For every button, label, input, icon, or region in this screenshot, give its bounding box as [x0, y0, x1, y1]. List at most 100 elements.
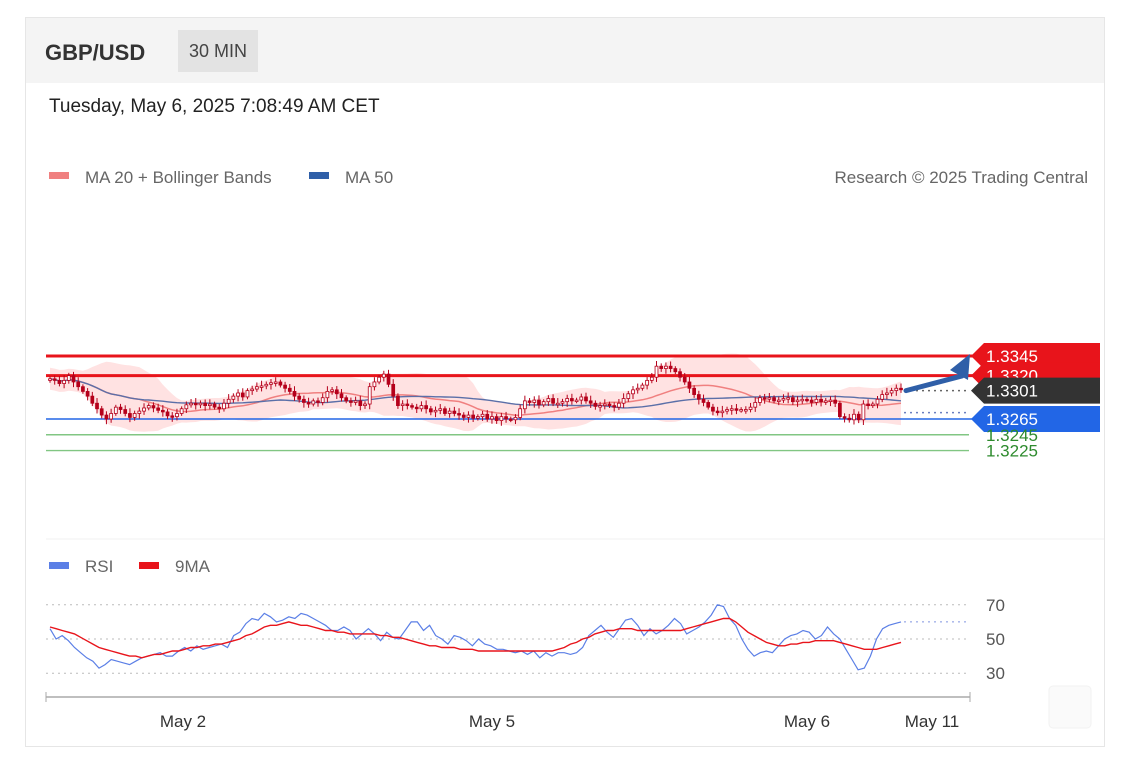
candle-body-28	[179, 408, 184, 414]
candle-body-132	[668, 365, 673, 369]
candle-body-59	[325, 391, 330, 399]
candle-body-55	[306, 402, 311, 405]
bollinger-bands	[50, 353, 901, 432]
candle-body-161	[805, 398, 809, 402]
forecast-arrow-shaft	[903, 373, 965, 394]
ma20-legend-label: MA 20 + Bollinger Bands	[85, 168, 272, 187]
candle-body-20	[142, 407, 146, 412]
ma50-legend-label: MA 50	[345, 168, 393, 187]
candle-body-129	[654, 365, 659, 378]
candle-body-162	[809, 399, 814, 403]
candle-body-37	[222, 402, 226, 410]
candle-body-133	[673, 368, 678, 373]
candle-body-167	[833, 399, 838, 404]
candle-body-179	[889, 390, 894, 394]
candle-body-171	[852, 413, 856, 421]
candle-body-85	[447, 410, 452, 414]
candle-body-87	[457, 413, 461, 416]
candle-body-143	[720, 410, 725, 414]
candle-body-156	[781, 398, 786, 401]
candle-body-23	[156, 407, 160, 411]
candle-body-138	[696, 394, 701, 400]
candle-body-99	[513, 417, 518, 421]
candle-body-142	[715, 410, 720, 414]
candle-body-47	[269, 382, 273, 385]
candle-body-118	[602, 403, 607, 407]
candle-body-15	[118, 406, 123, 410]
candle-body-58	[320, 397, 325, 403]
candle-body-67	[363, 403, 367, 407]
candle-body-7	[81, 386, 85, 392]
candle-body-100	[518, 408, 523, 418]
candle-body-152	[762, 397, 767, 400]
candle-body-104	[537, 399, 541, 406]
candle-body-41	[240, 392, 245, 398]
candle-body-154	[772, 397, 776, 402]
candle-body-124	[631, 389, 635, 395]
candle-body-94	[490, 416, 494, 420]
candle-body-42	[245, 390, 250, 398]
candle-body-78	[414, 406, 419, 410]
candle-body-170	[847, 417, 852, 421]
candle-body-50	[283, 384, 287, 389]
candle-body-5	[71, 375, 76, 383]
rsi-legend-label: RSI	[85, 557, 113, 576]
candle-body-134	[678, 371, 682, 378]
candle-body-11	[99, 408, 104, 416]
rsi-legend-swatch	[49, 562, 69, 569]
candle-body-160	[800, 398, 805, 402]
candle-body-107	[551, 398, 555, 404]
rsi-tick-50: 50	[986, 630, 1005, 649]
candle-body-63	[344, 397, 349, 402]
candle-body-51	[287, 387, 292, 392]
candle-body-32	[198, 402, 203, 406]
candle-body-164	[819, 398, 823, 403]
candle-body-157	[786, 397, 791, 400]
candle-body-40	[236, 392, 240, 397]
candle-body-115	[588, 400, 593, 404]
candle-body-91	[475, 416, 480, 419]
candle-body-174	[866, 403, 870, 407]
candle-body-131	[664, 365, 668, 369]
candle-body-81	[428, 408, 433, 413]
candle-body-148	[743, 409, 748, 412]
candle-body-97	[504, 416, 508, 420]
candle-body-69	[372, 381, 377, 388]
candle-body-53	[297, 395, 302, 400]
candle-body-149	[748, 406, 753, 410]
candle-body-45	[259, 385, 264, 388]
candle-body-82	[433, 409, 438, 413]
candle-body-1	[52, 378, 57, 381]
candle-body-16	[123, 409, 128, 414]
candle-body-92	[480, 413, 485, 418]
candle-body-10	[95, 402, 99, 410]
candle-body-24	[160, 409, 165, 413]
candle-body-43	[250, 388, 255, 392]
candle-body-62	[339, 393, 344, 399]
candle-body-30	[189, 402, 193, 406]
candle-body-101	[523, 400, 527, 410]
candle-body-147	[739, 409, 744, 412]
candle-body-86	[452, 410, 457, 414]
candle-body-17	[128, 413, 132, 418]
ma20-legend-swatch	[49, 172, 69, 179]
candle-body-111	[570, 398, 574, 402]
candle-body-128	[649, 376, 654, 381]
candle-body-31	[193, 402, 198, 406]
candle-body-13	[109, 413, 113, 420]
candle-body-102	[527, 400, 532, 403]
candle-body-84	[443, 408, 447, 414]
candle-body-123	[626, 393, 631, 399]
candle-body-172	[856, 413, 861, 421]
credit-label: Research © 2025 Trading Central	[835, 168, 1089, 187]
candle-body-112	[574, 399, 579, 402]
candle-body-22	[151, 405, 156, 409]
candle-body-83	[438, 408, 443, 411]
candle-body-56	[311, 400, 316, 405]
candle-body-119	[607, 403, 612, 407]
scroll-top-button[interactable]	[1048, 685, 1092, 729]
candle-body-130	[659, 365, 664, 369]
candle-body-144	[725, 409, 729, 412]
candle-body-36	[217, 406, 222, 410]
candle-body-34	[207, 403, 212, 407]
